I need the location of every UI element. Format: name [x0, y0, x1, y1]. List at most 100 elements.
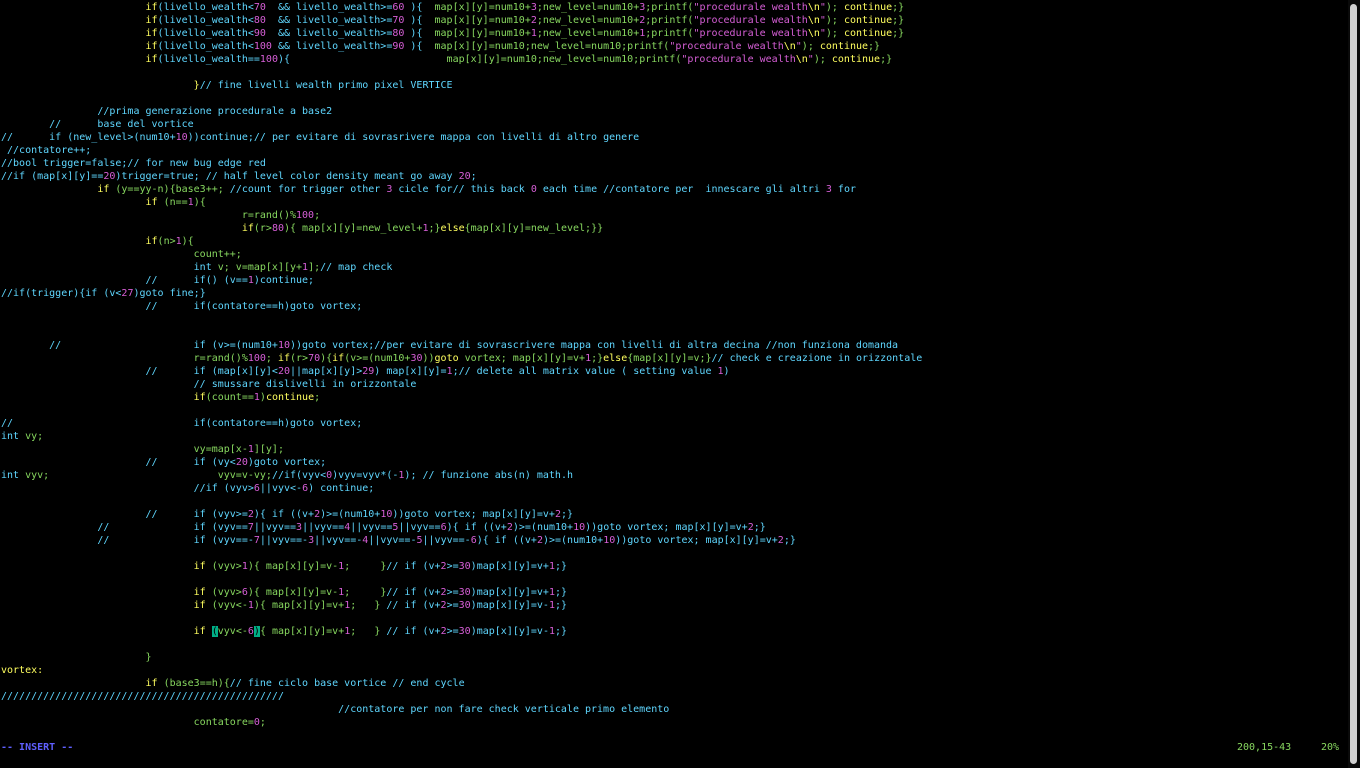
- code-token: // check e creazione in orizzontale: [711, 353, 923, 364]
- code-token: 10: [603, 535, 616, 546]
- code-token: (livello_wealth==: [157, 54, 260, 65]
- code-line[interactable]: // if (new_level>(num10+10))continue;// …: [1, 131, 1347, 144]
- code-line[interactable]: [1, 326, 1347, 339]
- code-token: // if(contatore==h)goto vortex;: [1, 301, 363, 312]
- code-line[interactable]: if (base3==h){// fine ciclo base vortice…: [1, 677, 1347, 690]
- code-line[interactable]: if(livello_wealth<80 && livello_wealth>=…: [1, 14, 1347, 27]
- code-line[interactable]: [1, 313, 1347, 326]
- code-line[interactable]: }// fine livelli wealth primo pixel VERT…: [1, 79, 1347, 92]
- code-line[interactable]: //if (map[x][y]==20)trigger=true; // hal…: [1, 170, 1347, 183]
- code-line[interactable]: // if(contatore==h)goto vortex;: [1, 300, 1347, 313]
- code-token: (vyv>: [205, 587, 242, 598]
- code-token: ;}: [892, 15, 905, 26]
- code-line[interactable]: [1, 66, 1347, 79]
- code-token: continue: [265, 392, 315, 403]
- code-line[interactable]: if(livello_wealth<100 && livello_wealth>…: [1, 40, 1347, 53]
- code-token: \n: [795, 54, 808, 65]
- code-line[interactable]: r=rand()%100; if(r>70){if(v>=(num10+30))…: [1, 352, 1347, 365]
- code-token: 30: [458, 600, 471, 611]
- code-line[interactable]: //if(trigger){if (v<27)goto fine;}: [1, 287, 1347, 300]
- code-line[interactable]: // if() (v==1)continue;: [1, 274, 1347, 287]
- code-line[interactable]: //contatore++;: [1, 144, 1347, 157]
- code-token: if: [145, 678, 158, 689]
- code-line[interactable]: int vy;: [1, 430, 1347, 443]
- code-line[interactable]: [1, 92, 1347, 105]
- code-line[interactable]: r=rand()%100;: [1, 209, 1347, 222]
- vertical-scrollbar[interactable]: [1348, 0, 1360, 768]
- code-token: ;: [470, 171, 477, 182]
- code-line[interactable]: if (y==yy-n){base3++; //count for trigge…: [1, 183, 1347, 196]
- code-token: );: [813, 54, 832, 65]
- code-token: (vyv>: [205, 561, 242, 572]
- code-line[interactable]: // if (vyv==7||vyv==3||vyv==4||vyv==5||v…: [1, 521, 1347, 534]
- code-line[interactable]: //contatore per non fare check verticale…: [1, 703, 1347, 716]
- code-line[interactable]: contatore=0;: [1, 716, 1347, 729]
- code-token: }: [145, 652, 152, 663]
- code-token: // if() (v==: [1, 275, 248, 286]
- code-token: //bool trigger=false;// for new bug edge…: [1, 158, 266, 169]
- code-token: \n: [783, 41, 796, 52]
- code-line[interactable]: if(n>1){: [1, 235, 1347, 248]
- code-token: ||vyv==-: [368, 535, 417, 546]
- code-line[interactable]: vy=map[x-1][y];: [1, 443, 1347, 456]
- scrollbar-thumb[interactable]: [1350, 4, 1357, 764]
- code-line[interactable]: // if (vyv==-7||vyv==-3||vyv==-4||vyv==-…: [1, 534, 1347, 547]
- code-token: (livello_wealth<: [157, 41, 254, 52]
- code-line[interactable]: if(livello_wealth==100){ map[x][y]=num10…: [1, 53, 1347, 66]
- code-line[interactable]: int v; v=map[x][y+1];// map check: [1, 261, 1347, 274]
- code-line[interactable]: if (vyv<-6){ map[x][y]=v+1; } // if (v+2…: [1, 625, 1347, 638]
- code-line[interactable]: [1, 547, 1347, 560]
- code-token: ][y];: [253, 444, 284, 455]
- code-line[interactable]: int vyv; vyv=v-vy;//if(vyv<0)vyv=vyv*(-1…: [1, 469, 1347, 482]
- code-token: ////////////////////////////////////////…: [1, 691, 284, 702]
- code-line[interactable]: if(r>80){ map[x][y]=new_level+1;}else{ma…: [1, 222, 1347, 235]
- code-line[interactable]: [1, 612, 1347, 625]
- code-token: ){ map[x][y]=new_level+: [283, 223, 423, 234]
- code-token: ; }: [344, 587, 387, 598]
- code-token: 90: [392, 41, 405, 52]
- code-line[interactable]: // base del vortice: [1, 118, 1347, 131]
- code-token: ){ map[x][y]=v+: [253, 600, 345, 611]
- code-line[interactable]: [1, 495, 1347, 508]
- code-line[interactable]: if (vyv>6){ map[x][y]=v-1; }// if (v+2>=…: [1, 586, 1347, 599]
- code-line[interactable]: // if (vy<20)goto vortex;: [1, 456, 1347, 469]
- code-editor[interactable]: if(livello_wealth<70 && livello_wealth>=…: [1, 1, 1347, 729]
- code-token: map[x][y]=num10;new_level=num10;printf(: [446, 54, 682, 65]
- code-line[interactable]: if(count==1)continue;: [1, 391, 1347, 404]
- code-line[interactable]: if (n==1){: [1, 196, 1347, 209]
- code-token: v; v=map[x][y+: [217, 262, 303, 273]
- code-token: ))goto vortex; map[x][y]=v+: [392, 509, 555, 520]
- code-line[interactable]: //prima generazione procedurale a base2: [1, 105, 1347, 118]
- code-token: )>=(num10+: [542, 535, 604, 546]
- scroll-percent: 20%: [1321, 742, 1340, 753]
- code-line[interactable]: if (vyv>1){ map[x][y]=v-1; }// if (v+2>=…: [1, 560, 1347, 573]
- code-line[interactable]: //bool trigger=false;// for new bug edge…: [1, 157, 1347, 170]
- code-token: 30: [458, 587, 471, 598]
- code-token: 60: [392, 2, 405, 13]
- code-token: continue: [843, 28, 893, 39]
- code-token: (n>: [157, 236, 176, 247]
- code-line[interactable]: [1, 573, 1347, 586]
- code-token: 90: [253, 28, 266, 39]
- code-line[interactable]: [1, 404, 1347, 417]
- code-line[interactable]: if(livello_wealth<70 && livello_wealth>=…: [1, 1, 1347, 14]
- code-line[interactable]: [1, 638, 1347, 651]
- code-line[interactable]: vortex:: [1, 664, 1347, 677]
- code-line[interactable]: if(livello_wealth<90 && livello_wealth>=…: [1, 27, 1347, 40]
- code-line[interactable]: // if (map[x][y]<20||map[x][y]>29) map[x…: [1, 365, 1347, 378]
- code-token: && livello_wealth>=: [271, 41, 393, 52]
- code-line[interactable]: // if(contatore==h)goto vortex;: [1, 417, 1347, 430]
- mode-indicator: -- INSERT --: [1, 742, 74, 753]
- code-line[interactable]: if (vyv<-1){ map[x][y]=v+1; } // if (v+2…: [1, 599, 1347, 612]
- code-line[interactable]: // if (v>=(num10+10))goto vortex;//per e…: [1, 339, 1347, 352]
- code-line[interactable]: count++;: [1, 248, 1347, 261]
- code-line[interactable]: }: [1, 651, 1347, 664]
- code-line[interactable]: // smussare dislivelli in orizzontale: [1, 378, 1347, 391]
- code-line[interactable]: //if (vyv>6||vyv<-6) continue;: [1, 482, 1347, 495]
- code-line[interactable]: ////////////////////////////////////////…: [1, 690, 1347, 703]
- code-line[interactable]: // if (vyv>=2){ if ((v+2)>=(num10+10))go…: [1, 508, 1347, 521]
